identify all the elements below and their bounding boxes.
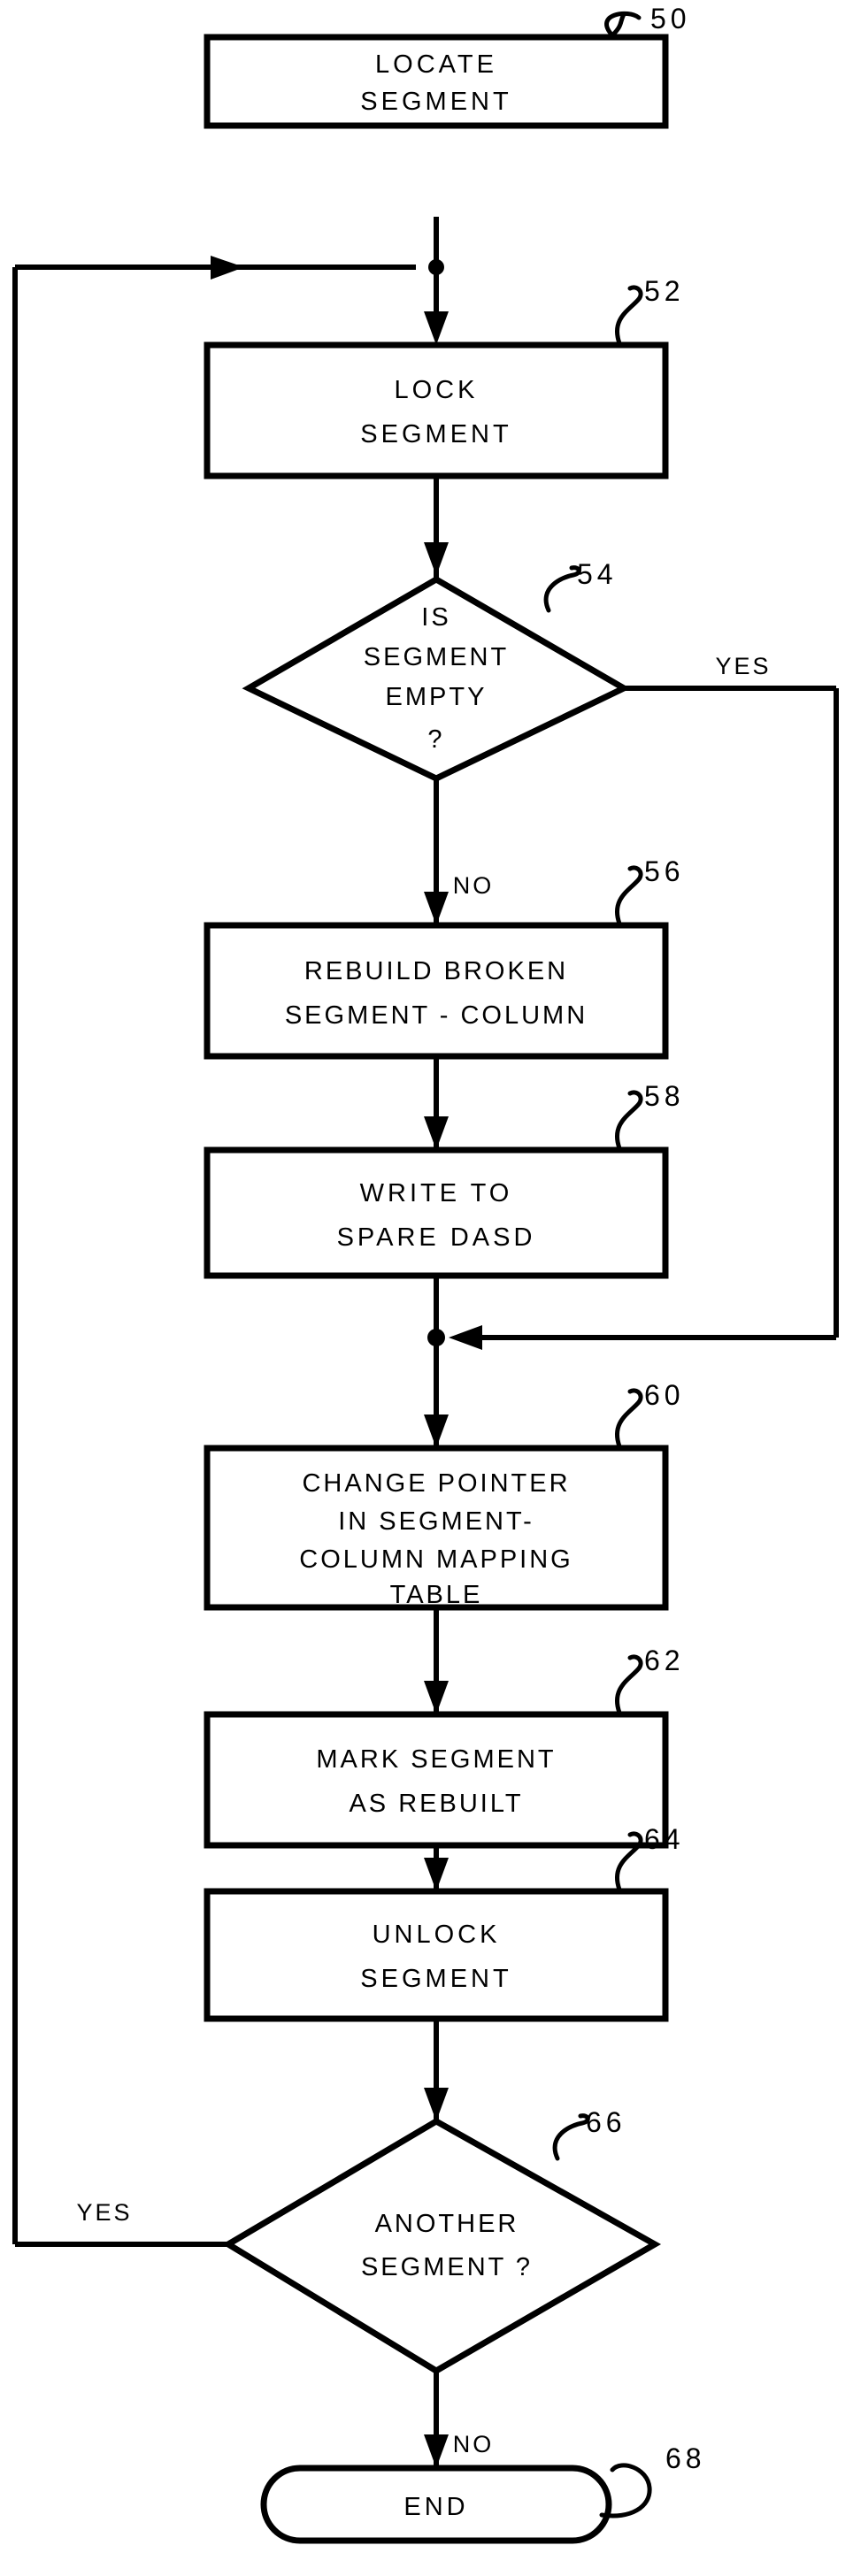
- ref-label-64: 64: [644, 1823, 685, 1855]
- ref-leader-62: 62: [615, 1644, 685, 1715]
- ref-label-52: 52: [644, 275, 685, 307]
- node-write-line-0: WRITE TO: [360, 1179, 513, 1208]
- ref-label-50: 50: [650, 3, 691, 34]
- node-write-line-1: SPARE DASD: [337, 1223, 536, 1252]
- node-another-line-0: ANOTHER: [375, 2210, 519, 2238]
- ref-leader-54: 54: [543, 558, 618, 613]
- ref-label-62: 62: [644, 1644, 685, 1676]
- edge-loopback-into-main: [15, 256, 444, 280]
- ref-leader-68: 68: [599, 2442, 706, 2518]
- node-unlock-segment[interactable]: UNLOCK SEGMENT: [204, 1888, 669, 2022]
- edge-52-to-54: [424, 476, 449, 579]
- edge-label-54-no: NO: [453, 872, 495, 899]
- edge-label-66-yes: YES: [76, 2199, 132, 2226]
- node-write-to-spare-dasd[interactable]: WRITE TO SPARE DASD: [204, 1146, 669, 1279]
- edge-66-no-to-68: [424, 2371, 449, 2468]
- node-locate-segment-line-0: LOCATE: [375, 50, 497, 79]
- ref-leader-66: 66: [552, 2106, 626, 2161]
- node-rebuild-line-1: SEGMENT - COLUMN: [285, 1001, 588, 1030]
- node-unlock-line-0: UNLOCK: [373, 1920, 501, 1949]
- ref-leader-56: 56: [615, 855, 685, 926]
- ref-label-56: 56: [644, 855, 685, 887]
- node-change-line-2: COLUMN MAPPING: [299, 1545, 573, 1574]
- ref-leader-52: 52: [615, 275, 685, 346]
- ref-label-54: 54: [577, 558, 618, 590]
- node-end-label: END: [403, 2493, 468, 2521]
- edge-54-no-to-56: [424, 778, 449, 925]
- edge-60-to-62: [424, 1607, 449, 1714]
- edge-62-to-64: [424, 1845, 449, 1891]
- node-change-line-3: TABLE: [390, 1581, 483, 1609]
- node-rebuild-broken-segment-column[interactable]: REBUILD BROKEN SEGMENT - COLUMN: [204, 922, 669, 1060]
- ref-label-68: 68: [665, 2442, 706, 2474]
- node-end[interactable]: END: [260, 2465, 612, 2544]
- node-is-segment-empty-line-1: SEGMENT: [364, 643, 509, 671]
- node-lock-segment-line-0: LOCK: [395, 376, 479, 404]
- node-another-line-1: SEGMENT ?: [361, 2253, 533, 2281]
- edge-label-66-no: NO: [453, 2431, 495, 2457]
- node-lock-segment-line-1: SEGMENT: [360, 420, 511, 448]
- node-change-line-0: CHANGE POINTER: [302, 1469, 570, 1498]
- node-rebuild-line-0: REBUILD BROKEN: [304, 957, 568, 985]
- node-change-pointer-mapping-table[interactable]: CHANGE POINTER IN SEGMENT- COLUMN MAPPIN…: [204, 1445, 669, 1611]
- ref-label-58: 58: [644, 1080, 685, 1112]
- flowchart-canvas: LOCATE SEGMENT 50 LOCK SEGMENT 52 IS SEG…: [12, 3, 839, 2544]
- node-is-segment-empty-line-3: ?: [427, 725, 444, 754]
- edge-label-54-yes: YES: [715, 653, 771, 679]
- node-unlock-line-1: SEGMENT: [360, 1965, 511, 1993]
- node-another-segment[interactable]: ANOTHER SEGMENT ?: [222, 2117, 662, 2375]
- node-mark-line-0: MARK SEGMENT: [316, 1745, 556, 1774]
- node-mark-segment-as-rebuilt[interactable]: MARK SEGMENT AS REBUILT: [204, 1711, 669, 1849]
- node-is-segment-empty-line-0: IS: [421, 603, 450, 632]
- node-is-segment-empty-line-2: EMPTY: [386, 683, 488, 711]
- edge-58-to-60: [424, 1276, 449, 1448]
- ref-leader-60: 60: [615, 1379, 685, 1449]
- flowchart-sheet: LOCATE SEGMENT 50 LOCK SEGMENT 52 IS SEG…: [0, 0, 853, 2576]
- node-locate-segment-line-1: SEGMENT: [360, 88, 511, 116]
- node-lock-segment[interactable]: LOCK SEGMENT: [204, 341, 669, 479]
- ref-label-66: 66: [586, 2106, 626, 2138]
- ref-leader-58: 58: [615, 1080, 685, 1151]
- edge-64-to-66: [424, 2019, 449, 2121]
- ref-label-60: 60: [644, 1379, 685, 1411]
- node-locate-segment[interactable]: LOCATE SEGMENT: [204, 34, 669, 129]
- ref-leader-50: 50: [604, 3, 691, 38]
- edge-50-to-52: [424, 217, 449, 345]
- node-change-line-1: IN SEGMENT-: [338, 1507, 534, 1536]
- node-is-segment-empty[interactable]: IS SEGMENT EMPTY ?: [242, 575, 631, 782]
- edge-56-to-58: [424, 1056, 449, 1150]
- edge-66-yes-rail: [12, 267, 228, 2247]
- node-mark-line-1: AS REBUILT: [349, 1790, 523, 1818]
